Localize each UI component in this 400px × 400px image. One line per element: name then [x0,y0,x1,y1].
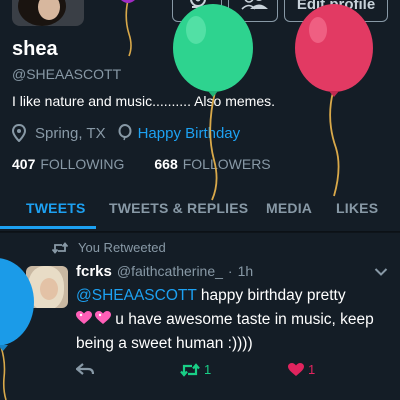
edit-profile-button[interactable]: Edit profile [284,0,388,22]
like-count: 1 [308,362,316,377]
tab-tweets-replies[interactable]: TWEETS & REPLIES [109,200,248,216]
following-stat[interactable]: 407 FOLLOWING [12,156,124,172]
tweet-header: fcrks @faithcatherine_ · 1h [76,263,253,280]
active-tab-indicator [0,226,96,229]
tab-media[interactable]: MEDIA [266,200,312,216]
retweet-icon [52,241,68,254]
divider [0,232,400,233]
tweet-separator: · [227,263,233,279]
people-icon [241,0,268,10]
tweet-time: 1h [237,263,254,279]
followers-count: 668 [154,156,178,172]
like-button[interactable]: 1 [288,362,315,377]
heart-icon [288,362,304,376]
retweet-button[interactable]: 1 [180,362,211,377]
tweet-author-name[interactable]: fcrks [76,263,112,280]
retweet-count: 1 [204,362,212,377]
tweet-text: @SHEAASCOTT happy birthday pretty u have… [76,284,394,356]
profile-name: shea [12,38,58,60]
reply-button[interactable] [76,362,94,376]
tab-likes[interactable]: LIKES [336,200,378,216]
sparkling-heart-icon [76,311,92,324]
profile-tabs: TWEETS TWEETS & REPLIES MEDIA LIKES [0,185,400,232]
followers-label: FOLLOWERS [182,156,271,172]
gear-icon [190,0,206,8]
reply-icon [76,363,94,375]
followers-stat[interactable]: 668 FOLLOWERS [154,156,270,172]
tab-tweets[interactable]: TWEETS [26,200,86,216]
retweet-icon [180,362,200,377]
tweet-author-handle[interactable]: @faithcatherine_ [117,263,223,279]
sparkling-heart-icon [95,311,111,324]
following-count: 407 [12,156,36,172]
location-pin-icon [12,124,26,142]
settings-button[interactable] [172,0,222,22]
birthday-link[interactable]: Happy Birthday [138,125,241,142]
following-label: FOLLOWING [40,156,125,172]
tweet-mention[interactable]: @SHEAASCOTT [76,287,197,304]
tweet-text-line2: u have awesome taste in music, keep bein… [76,311,374,352]
balloon-purple [121,0,135,57]
profile-avatar[interactable] [12,0,84,26]
profile-stats: 407 FOLLOWING 668 FOLLOWERS [12,156,271,172]
balloon-icon [118,124,132,141]
profile-meta: Spring, TX Happy Birthday [12,124,240,142]
retweet-note: You Retweeted [78,240,166,255]
profile-location: Spring, TX [35,124,106,142]
retweet-context: You Retweeted [52,240,166,255]
tweet-author-avatar[interactable] [26,266,68,308]
profile-bio: I like nature and music.......... Also m… [12,93,275,109]
follow-suggestions-button[interactable] [228,0,278,22]
chevron-down-icon[interactable] [374,267,388,277]
tweet-text-line1: happy birthday pretty [196,287,346,304]
profile-handle: @SHEAASCOTT [12,66,122,82]
balloon-red [295,4,373,197]
